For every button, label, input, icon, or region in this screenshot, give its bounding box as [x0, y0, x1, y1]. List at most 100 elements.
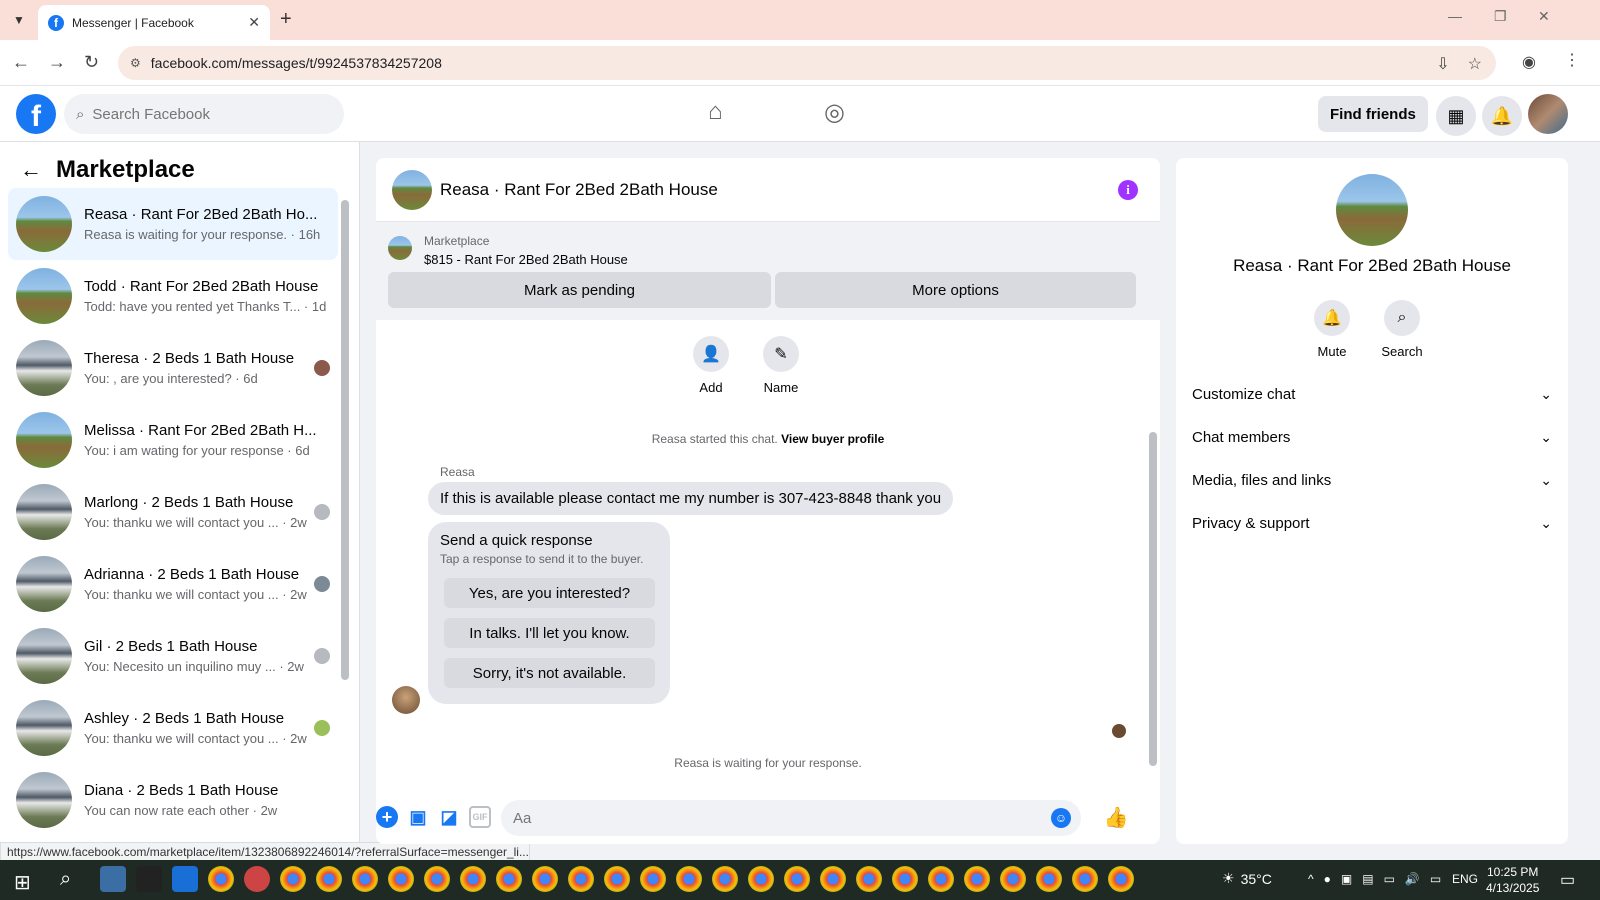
chrome-icon[interactable] [640, 866, 666, 892]
quick-response-option[interactable]: Yes, are you interested? [444, 578, 655, 608]
conversation-item[interactable]: Gil · 2 Beds 1 Bath House You: Necesito … [8, 620, 338, 692]
chrome-menu-icon[interactable]: ⋮ [1564, 50, 1580, 70]
omnibox[interactable]: ⚙ facebook.com/messages/t/99245378342572… [118, 46, 1496, 80]
browser-tab[interactable]: f Messenger | Facebook ✕ [38, 5, 270, 40]
chat-members-section[interactable]: Chat members ⌄ [1192, 417, 1552, 457]
listing-thumbnail[interactable] [388, 236, 412, 260]
chrome-icon[interactable] [892, 866, 918, 892]
conversation-info-icon[interactable]: i [1118, 180, 1138, 200]
windows-start-icon[interactable]: ⊞ [14, 870, 31, 895]
tray-app-icon[interactable]: ▤ [1362, 872, 1373, 886]
chrome-icon[interactable] [1000, 866, 1026, 892]
chrome-icon[interactable] [568, 866, 594, 892]
search-action[interactable]: ⌕ Search [1372, 300, 1432, 359]
account-avatar[interactable] [1528, 94, 1568, 134]
battery-icon[interactable]: ▭ [1384, 872, 1395, 886]
weather-widget[interactable]: ☀ 35°C [1222, 870, 1272, 887]
chat-scrollbar[interactable] [1149, 432, 1157, 766]
chrome-icon[interactable] [532, 866, 558, 892]
groups-icon[interactable]: ◎ [824, 98, 845, 127]
chat-title[interactable]: Reasa · Rant For 2Bed 2Bath House [440, 180, 718, 200]
chrome-icon[interactable] [712, 866, 738, 892]
mark-as-pending-button[interactable]: Mark as pending [388, 272, 771, 308]
bookmark-star-icon[interactable]: ☆ [1468, 54, 1482, 74]
chrome-icon[interactable] [1108, 866, 1134, 892]
network-icon[interactable]: ▭ [1430, 872, 1441, 886]
taskbar-app-icon[interactable] [172, 866, 198, 892]
install-app-icon[interactable]: ⇩ [1436, 54, 1449, 74]
conversation-item[interactable]: Reasa · Rant For 2Bed 2Bath Ho... Reasa … [8, 188, 338, 260]
url-text[interactable]: facebook.com/messages/t/9924537834257208 [151, 55, 442, 71]
emoji-icon[interactable]: ☺ [1051, 808, 1071, 828]
conversation-item[interactable]: Diana · 2 Beds 1 Bath House You can now … [8, 764, 338, 836]
conversation-item[interactable]: Melissa · Rant For 2Bed 2Bath H... You: … [8, 404, 338, 476]
home-icon[interactable]: ⌂ [708, 98, 723, 126]
chrome-icon[interactable] [604, 866, 630, 892]
view-buyer-profile-link[interactable]: View buyer profile [781, 432, 884, 446]
profile-icon[interactable]: ◉ [1522, 52, 1536, 72]
chrome-icon[interactable] [928, 866, 954, 892]
back-arrow-icon[interactable]: ← [20, 157, 42, 183]
chrome-icon[interactable] [820, 866, 846, 892]
conversation-item[interactable]: Marlong · 2 Beds 1 Bath House You: thank… [8, 476, 338, 548]
menu-grid-icon[interactable]: ▦ [1436, 96, 1476, 136]
taskbar-app-icon[interactable] [244, 866, 270, 892]
chrome-icon[interactable] [676, 866, 702, 892]
customize-chat-section[interactable]: Customize chat ⌄ [1192, 374, 1552, 414]
taskbar-app-icon[interactable] [136, 866, 162, 892]
sender-avatar[interactable] [392, 686, 420, 714]
chrome-icon[interactable] [784, 866, 810, 892]
listing-title[interactable]: $815 - Rant For 2Bed 2Bath House [424, 252, 628, 267]
gif-icon[interactable]: GIF [469, 806, 491, 828]
conversation-item[interactable]: Adrianna · 2 Beds 1 Bath House You: than… [8, 548, 338, 620]
input-language[interactable]: ENG [1452, 872, 1478, 886]
tab-list-chevron-icon[interactable]: ▼ [8, 9, 30, 31]
thumbs-up-icon[interactable]: 👍 [1104, 806, 1129, 829]
privacy-support-section[interactable]: Privacy & support ⌄ [1192, 503, 1552, 543]
message-input[interactable] [513, 809, 1013, 827]
media-files-links-section[interactable]: Media, files and links ⌄ [1192, 460, 1552, 500]
notification-center-icon[interactable]: ▭ [1560, 870, 1575, 890]
photo-icon[interactable]: ▣ [407, 806, 429, 828]
facebook-search[interactable]: ⌕ [64, 94, 344, 134]
forward-icon[interactable]: → [48, 52, 66, 73]
add-people-action[interactable]: 👤 Add [681, 336, 741, 395]
conversation-item[interactable]: Ashley · 2 Beds 1 Bath House You: thanku… [8, 692, 338, 764]
chrome-icon[interactable] [748, 866, 774, 892]
new-tab-button[interactable]: + [280, 8, 292, 31]
tray-app-icon[interactable]: ● [1324, 872, 1331, 886]
plus-icon[interactable]: + [376, 806, 398, 828]
taskbar-search-icon[interactable]: ⌕ [60, 868, 71, 891]
conversation-item[interactable]: Todd · Rant For 2Bed 2Bath House Todd: h… [8, 260, 338, 332]
sticker-icon[interactable]: ◪ [438, 806, 460, 828]
facebook-logo-icon[interactable]: f [16, 94, 56, 134]
chrome-icon[interactable] [280, 866, 306, 892]
message-input-box[interactable]: ☺ [501, 800, 1081, 836]
chrome-icon[interactable] [316, 866, 342, 892]
chrome-icon[interactable] [1072, 866, 1098, 892]
close-window-icon[interactable]: ✕ [1538, 8, 1550, 25]
show-hidden-icons-icon[interactable]: ^ [1308, 872, 1314, 886]
find-friends-button[interactable]: Find friends [1318, 96, 1428, 132]
chat-avatar[interactable] [392, 169, 432, 210]
reload-icon[interactable]: ↻ [84, 52, 99, 73]
chrome-icon[interactable] [856, 866, 882, 892]
chrome-icon[interactable] [964, 866, 990, 892]
chrome-icon[interactable] [388, 866, 414, 892]
notifications-bell-icon[interactable]: 🔔 [1482, 96, 1522, 136]
chrome-icon[interactable] [460, 866, 486, 892]
chrome-icon[interactable] [1036, 866, 1062, 892]
chrome-icon[interactable] [208, 866, 234, 892]
conversation-list-scrollbar[interactable] [341, 200, 349, 680]
conversation-item[interactable]: Theresa · 2 Beds 1 Bath House You: , are… [8, 332, 338, 404]
restore-icon[interactable]: ❐ [1494, 8, 1507, 25]
more-options-button[interactable]: More options [775, 272, 1136, 308]
name-chat-action[interactable]: ✎ Name [751, 336, 811, 395]
tab-close-icon[interactable]: ✕ [248, 14, 260, 31]
site-info-icon[interactable]: ⚙ [130, 56, 141, 70]
incoming-message-bubble[interactable]: If this is available please contact me m… [428, 482, 954, 515]
chrome-icon[interactable] [352, 866, 378, 892]
clock[interactable]: 10:25 PM 4/13/2025 [1486, 864, 1539, 896]
facebook-search-input[interactable] [92, 105, 313, 123]
tray-app-icon[interactable]: ▣ [1341, 872, 1352, 886]
